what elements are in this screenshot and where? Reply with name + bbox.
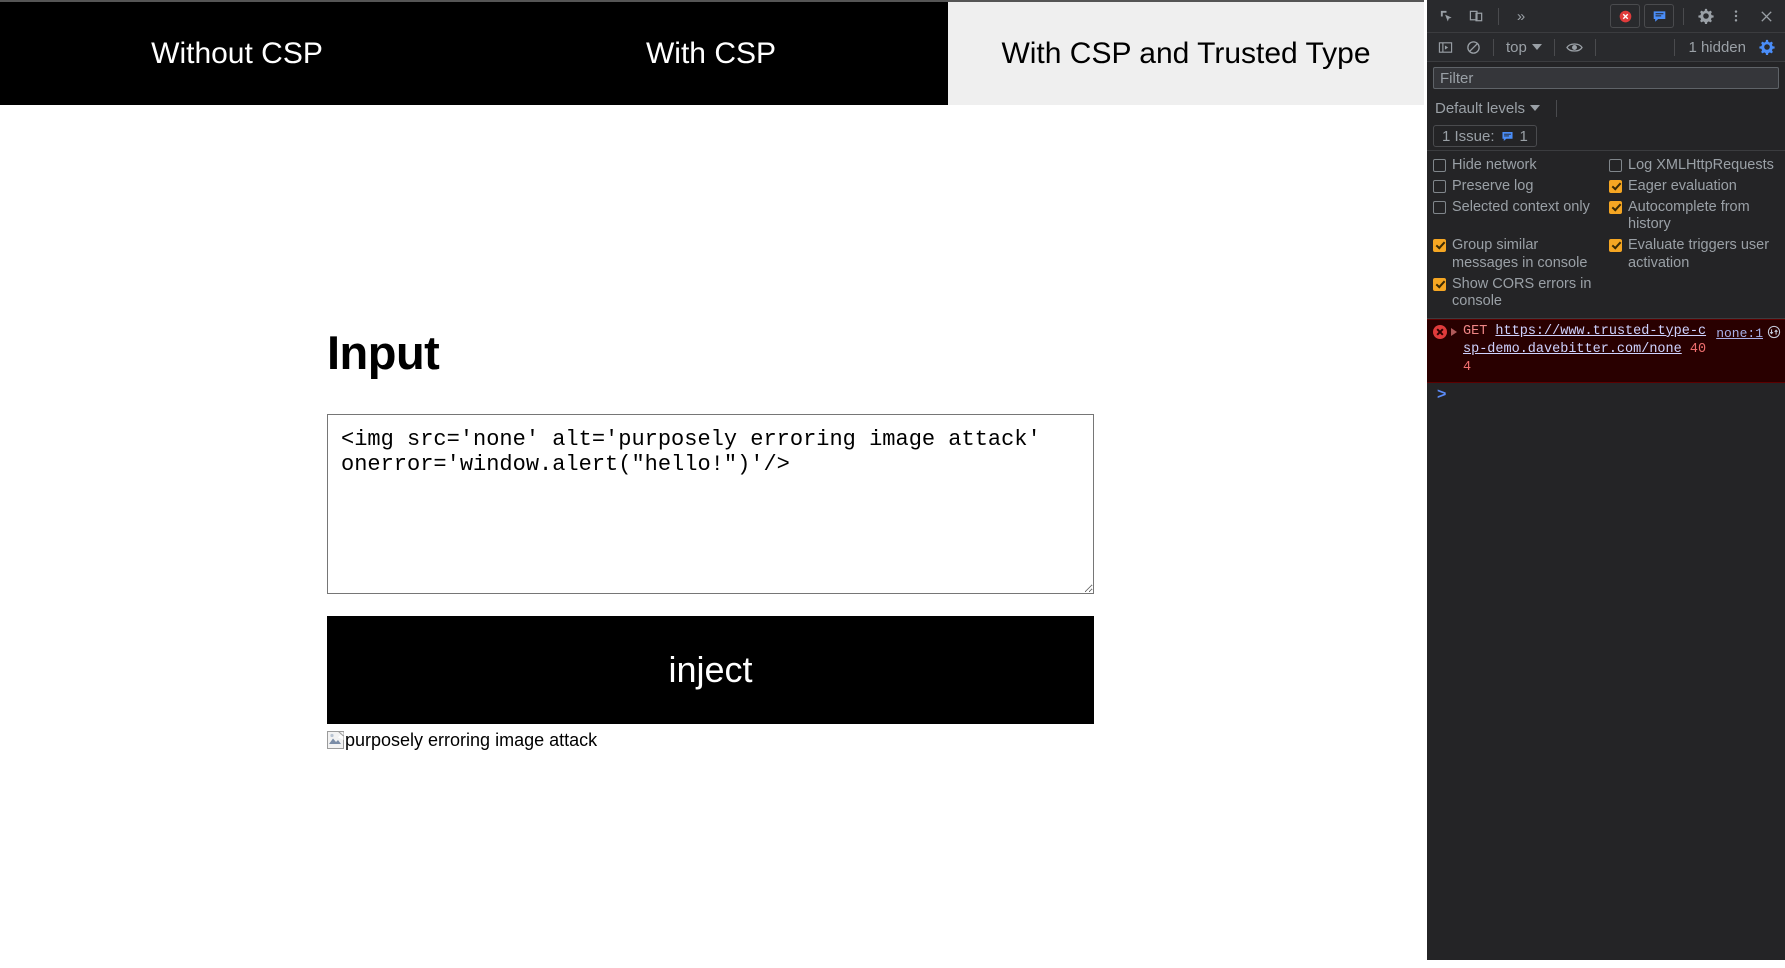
screen: Without CSP With CSP With CSP and Truste… [0,0,1785,968]
devtools-main-toolbar: » [1427,0,1785,33]
console-prompt[interactable]: > [1427,382,1785,407]
default-levels-dropdown[interactable]: Default levels [1435,100,1545,117]
toolbar-divider-2 [1683,7,1684,25]
setting-log-xmlhttprequests[interactable]: Log XMLHttpRequests [1609,157,1779,174]
console-toolbar-divider-4 [1674,38,1676,56]
tab-with-csp[interactable]: With CSP [474,2,948,105]
console-message-list: GET https://www.trusted-type-csp-demo.da… [1427,318,1785,960]
injected-broken-image: purposely erroring image attack [327,729,1424,751]
eager-evaluation-label: Eager evaluation [1628,178,1737,195]
execution-context-dropdown[interactable]: top [1501,39,1547,56]
setting-selected-context-only[interactable]: Selected context only [1433,199,1603,216]
setting-group-similar-messages[interactable]: Group similar messages in console [1433,237,1603,271]
tab-with-csp-and-trusted-type[interactable]: With CSP and Trusted Type [948,2,1424,105]
console-filter-row [1427,62,1785,94]
more-panels-chevron-icon[interactable]: » [1508,4,1534,28]
toolbar-divider [1498,7,1499,25]
console-toolbar: top 1 hidden [1427,33,1785,62]
issues-chip-label: 1 Issue: [1442,127,1495,145]
input-textarea[interactable] [327,414,1094,594]
close-icon[interactable] [1753,4,1779,28]
chevron-down-icon-levels [1530,105,1541,111]
setting-evaluate-triggers-user-activation[interactable]: Evaluate triggers user activation [1609,237,1779,271]
log-xmlhttprequests-label: Log XMLHttpRequests [1628,157,1774,173]
network-request-icon[interactable] [1767,325,1781,339]
inspect-element-icon[interactable] [1433,4,1459,28]
console-error-text: GET https://www.trusted-type-csp-demo.da… [1463,323,1712,378]
group-similar-messages-checkbox[interactable] [1433,239,1446,253]
preserve-log-label: Preserve log [1452,178,1534,195]
clear-console-icon[interactable] [1460,35,1486,59]
demo-tab-bar: Without CSP With CSP With CSP and Truste… [0,0,1424,105]
request-url-link[interactable]: https://www.trusted-type-csp-demo.davebi… [1463,324,1706,357]
issues-chip[interactable]: 1 Issue: 1 [1433,125,1537,147]
evaluate-triggers-user-activation-label: Evaluate triggers user activation [1628,237,1770,271]
page-content: Input inject purposely erroring image at… [0,105,1424,751]
tab-with-csp-and-trusted-type-label: With CSP and Trusted Type [1001,36,1371,70]
issues-badge-icon [1501,131,1513,141]
error-badge-icon[interactable] [1610,4,1640,28]
log-levels-row: Default levels [1427,94,1785,122]
console-toolbar-divider-3 [1594,38,1596,56]
gear-icon[interactable] [1693,4,1719,28]
issues-row: 1 Issue: 1 [1427,122,1785,150]
log-xmlhttprequests-checkbox[interactable] [1609,159,1622,172]
show-cors-errors-label: Show CORS errors in console [1452,275,1592,309]
setting-show-cors-errors[interactable]: Show CORS errors in console [1433,276,1603,310]
console-toolbar-divider [1493,38,1494,56]
devtools-panel: » top 1 hidden Filter Default levels 1 I… [1424,0,1785,960]
evaluate-triggers-user-activation-checkbox[interactable] [1609,239,1622,253]
browser-page: Without CSP With CSP With CSP and Truste… [0,0,1424,968]
hide-network-label: Hide network [1452,157,1537,173]
device-toolbar-icon[interactable] [1463,4,1489,28]
autocomplete-from-history-checkbox[interactable] [1609,201,1622,215]
console-toolbar-divider-2 [1553,38,1555,56]
console-error-source: none:1 [1716,325,1781,343]
broken-image-icon [327,731,344,749]
issues-chip-count: 1 [1519,127,1528,145]
tab-without-csp[interactable]: Without CSP [0,2,474,105]
filter-input[interactable] [1433,67,1779,89]
selected-context-only-label: Selected context only [1452,199,1590,216]
preserve-log-checkbox[interactable] [1433,180,1446,194]
chevron-down-icon [1531,44,1542,50]
inject-button[interactable]: inject [327,616,1094,724]
console-prompt-caret-icon: > [1437,385,1447,403]
console-settings-gear-icon[interactable] [1754,35,1780,59]
console-sidebar-icon[interactable] [1432,35,1458,59]
expand-triangle-icon[interactable] [1451,327,1459,336]
selected-context-only-checkbox[interactable] [1433,201,1446,215]
setting-autocomplete-from-history[interactable]: Autocomplete from history [1609,199,1779,233]
kebab-menu-icon[interactable] [1723,4,1749,28]
page-title: Input [327,326,440,379]
tab-without-csp-label: Without CSP [151,36,323,70]
autocomplete-from-history-label: Autocomplete from history [1628,199,1750,233]
hidden-messages-count: 1 hidden [1688,38,1746,56]
setting-preserve-log[interactable]: Preserve log [1433,178,1603,195]
setting-eager-evaluation[interactable]: Eager evaluation [1609,178,1779,195]
error-circle-icon [1433,324,1447,339]
hide-network-checkbox[interactable] [1433,159,1446,172]
live-expression-eye-icon[interactable] [1562,35,1588,59]
execution-context-label: top [1506,38,1527,56]
levels-divider [1556,99,1558,117]
setting-hide-network[interactable]: Hide network [1433,157,1603,174]
eager-evaluation-checkbox[interactable] [1609,180,1622,194]
console-settings-panel: Hide network Log XMLHttpRequests Preserv… [1427,150,1785,319]
console-error-message[interactable]: GET https://www.trusted-type-csp-demo.da… [1427,318,1785,383]
broken-image-alt-text: purposely erroring image attack [345,729,598,750]
show-cors-errors-checkbox[interactable] [1433,277,1446,291]
source-location-link[interactable]: none:1 [1716,325,1763,343]
issues-message-icon[interactable] [1644,4,1674,28]
group-similar-messages-label: Group similar messages in console [1452,237,1588,271]
default-levels-label: Default levels [1435,99,1526,117]
request-method: GET [1463,323,1488,339]
tab-with-csp-label: With CSP [645,36,777,70]
